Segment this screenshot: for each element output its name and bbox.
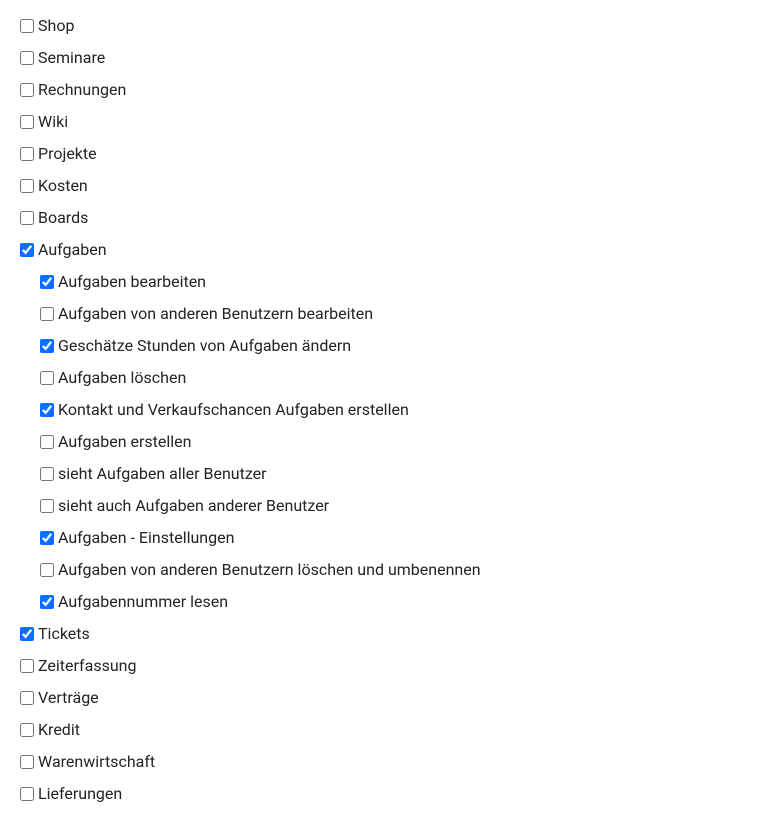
label-warenwirtschaft: Warenwirtschaft <box>38 750 155 774</box>
permission-aufgaben-kontakt: Kontakt und Verkaufschancen Aufgaben ers… <box>20 394 745 426</box>
permission-aufgaben-andere-loeschen: Aufgaben von anderen Benutzern löschen u… <box>20 554 745 586</box>
checkbox-aufgaben-sieht-alle[interactable] <box>40 467 54 481</box>
permission-wiki: Wiki <box>20 106 745 138</box>
label-aufgaben-andere-loeschen: Aufgaben von anderen Benutzern löschen u… <box>58 558 481 582</box>
permission-aufgaben-sieht-alle: sieht Aufgaben aller Benutzer <box>20 458 745 490</box>
checkbox-zeiterfassung[interactable] <box>20 659 34 673</box>
label-boards: Boards <box>38 206 88 230</box>
checkbox-aufgaben-andere-bearbeiten[interactable] <box>40 307 54 321</box>
label-aufgaben-bearbeiten: Aufgaben bearbeiten <box>58 270 206 294</box>
permission-aufgaben-nummer: Aufgabennummer lesen <box>20 586 745 618</box>
checkbox-projekte[interactable] <box>20 147 34 161</box>
checkbox-aufgaben-andere-loeschen[interactable] <box>40 563 54 577</box>
label-vertraege: Verträge <box>38 686 99 710</box>
label-aufgaben-sieht-andere: sieht auch Aufgaben anderer Benutzer <box>58 494 329 518</box>
label-aufgaben-loeschen: Aufgaben löschen <box>58 366 186 390</box>
checkbox-aufgaben-loeschen[interactable] <box>40 371 54 385</box>
label-aufgaben-stunden: Geschätze Stunden von Aufgaben ändern <box>58 334 351 358</box>
checkbox-vertraege[interactable] <box>20 691 34 705</box>
checkbox-wiki[interactable] <box>20 115 34 129</box>
label-projekte: Projekte <box>38 142 97 166</box>
label-aufgaben-nummer: Aufgabennummer lesen <box>58 590 228 614</box>
checkbox-aufgaben-sieht-andere[interactable] <box>40 499 54 513</box>
checkbox-warenwirtschaft[interactable] <box>20 755 34 769</box>
label-aufgaben-sieht-alle: sieht Aufgaben aller Benutzer <box>58 462 267 486</box>
permission-kredit: Kredit <box>20 714 745 746</box>
checkbox-kredit[interactable] <box>20 723 34 737</box>
permission-aufgaben-stunden: Geschätze Stunden von Aufgaben ändern <box>20 330 745 362</box>
checkbox-aufgaben-erstellen[interactable] <box>40 435 54 449</box>
permission-shop: Shop <box>20 10 745 42</box>
label-aufgaben-andere-bearbeiten: Aufgaben von anderen Benutzern bearbeite… <box>58 302 373 326</box>
label-lieferungen: Lieferungen <box>38 782 122 806</box>
label-aufgaben-kontakt: Kontakt und Verkaufschancen Aufgaben ers… <box>58 398 409 422</box>
permission-vertraege: Verträge <box>20 682 745 714</box>
permission-aufgaben-erstellen: Aufgaben erstellen <box>20 426 745 458</box>
checkbox-tickets[interactable] <box>20 627 34 641</box>
permission-zeiterfassung: Zeiterfassung <box>20 650 745 682</box>
checkbox-aufgaben-nummer[interactable] <box>40 595 54 609</box>
permission-aufgaben-einstellungen: Aufgaben - Einstellungen <box>20 522 745 554</box>
label-seminare: Seminare <box>38 46 105 70</box>
permission-seminare: Seminare <box>20 42 745 74</box>
permission-projekte: Projekte <box>20 138 745 170</box>
label-zeiterfassung: Zeiterfassung <box>38 654 136 678</box>
label-aufgaben-erstellen: Aufgaben erstellen <box>58 430 192 454</box>
label-kredit: Kredit <box>38 718 80 742</box>
checkbox-aufgaben-einstellungen[interactable] <box>40 531 54 545</box>
permission-aufgaben-bearbeiten: Aufgaben bearbeiten <box>20 266 745 298</box>
checkbox-lieferungen[interactable] <box>20 787 34 801</box>
permission-tickets: Tickets <box>20 618 745 650</box>
permission-aufgaben-sieht-andere: sieht auch Aufgaben anderer Benutzer <box>20 490 745 522</box>
permission-boards: Boards <box>20 202 745 234</box>
label-kosten: Kosten <box>38 174 88 198</box>
label-aufgaben: Aufgaben <box>38 238 107 262</box>
label-aufgaben-einstellungen: Aufgaben - Einstellungen <box>58 526 234 550</box>
checkbox-aufgaben-bearbeiten[interactable] <box>40 275 54 289</box>
checkbox-shop[interactable] <box>20 19 34 33</box>
checkbox-rechnungen[interactable] <box>20 83 34 97</box>
permissions-list: Shop Seminare Rechnungen Wiki Projekte Kosten… <box>20 10 745 810</box>
checkbox-aufgaben-stunden[interactable] <box>40 339 54 353</box>
checkbox-seminare[interactable] <box>20 51 34 65</box>
permission-rechnungen: Rechnungen <box>20 74 745 106</box>
permission-aufgaben: Aufgaben <box>20 234 745 266</box>
permission-aufgaben-andere-bearbeiten: Aufgaben von anderen Benutzern bearbeite… <box>20 298 745 330</box>
permission-warenwirtschaft: Warenwirtschaft <box>20 746 745 778</box>
label-shop: Shop <box>38 14 74 38</box>
checkbox-aufgaben[interactable] <box>20 243 34 257</box>
checkbox-boards[interactable] <box>20 211 34 225</box>
checkbox-aufgaben-kontakt[interactable] <box>40 403 54 417</box>
permission-kosten: Kosten <box>20 170 745 202</box>
label-tickets: Tickets <box>38 622 90 646</box>
label-wiki: Wiki <box>38 110 68 134</box>
permission-aufgaben-loeschen: Aufgaben löschen <box>20 362 745 394</box>
label-rechnungen: Rechnungen <box>38 78 126 102</box>
checkbox-kosten[interactable] <box>20 179 34 193</box>
permission-lieferungen: Lieferungen <box>20 778 745 810</box>
